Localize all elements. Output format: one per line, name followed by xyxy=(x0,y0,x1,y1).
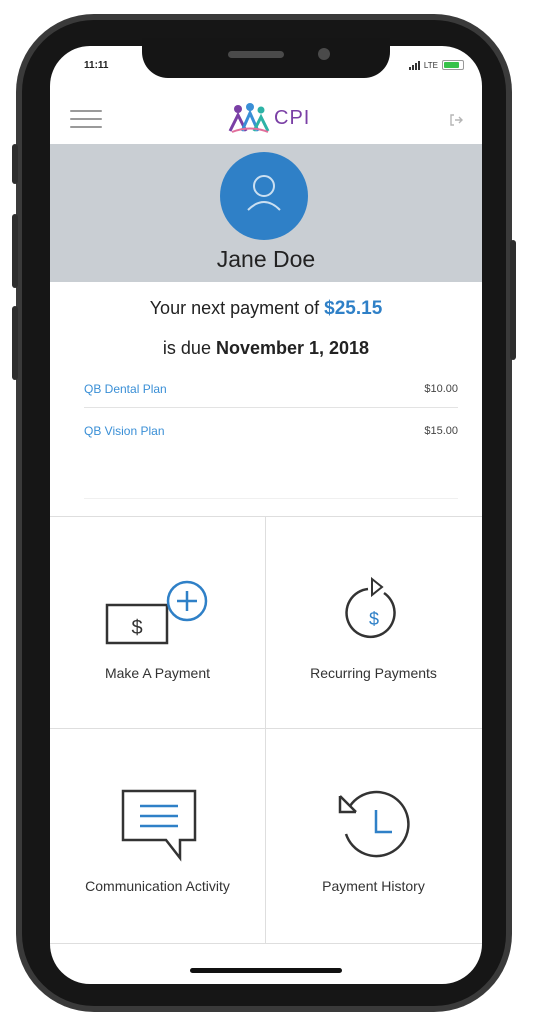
section-divider xyxy=(84,498,458,499)
volume-up-button xyxy=(12,214,18,288)
logo-text: CPI xyxy=(274,106,311,129)
profile-banner: Jane Doe xyxy=(50,144,482,282)
volume-down-button xyxy=(12,306,18,380)
dollar-cycle-icon: $ xyxy=(345,576,396,639)
family-logo-icon xyxy=(228,103,270,133)
make-payment-tile[interactable]: $ Make A Payment xyxy=(50,517,265,729)
card-dollar-plus-icon: $ xyxy=(105,580,208,645)
phone-notch xyxy=(142,38,390,78)
avatar[interactable] xyxy=(220,152,308,240)
speaker-grille xyxy=(228,51,284,58)
payment-history-label: Payment History xyxy=(322,878,425,894)
battery-icon xyxy=(442,60,464,70)
due-date-line: is due November 1, 2018 xyxy=(50,338,482,359)
svg-text:$: $ xyxy=(369,609,379,629)
grid-divider-middle xyxy=(50,728,482,729)
recurring-payments-tile[interactable]: $ Recurring Payments xyxy=(266,517,481,729)
plan-row[interactable]: QB Dental Plan $10.00 xyxy=(84,372,458,406)
next-payment-line: Your next payment of $25.15 xyxy=(50,298,482,320)
power-button xyxy=(510,240,516,360)
due-date: November 1, 2018 xyxy=(215,338,370,358)
plan-amount: $15.00 xyxy=(424,425,458,437)
payment-history-tile[interactable]: Payment History xyxy=(266,730,481,942)
app-screen: 11:11 LTE CPI Jane Doe Your next payment… xyxy=(50,46,482,984)
make-payment-label: Make A Payment xyxy=(104,665,211,681)
next-payment-prefix: Your next payment of xyxy=(149,298,325,318)
clock-history-icon xyxy=(338,790,410,858)
plan-divider xyxy=(84,407,458,408)
svg-text:$: $ xyxy=(131,617,142,639)
signal-icon xyxy=(408,60,420,70)
status-time: 11:11 xyxy=(84,60,109,71)
next-payment-amount: $25.15 xyxy=(324,298,383,319)
user-icon xyxy=(247,175,281,211)
status-indicators: LTE xyxy=(408,60,464,70)
chat-bubble-icon xyxy=(121,789,197,862)
recurring-payments-label: Recurring Payments xyxy=(310,665,437,681)
front-camera xyxy=(318,48,330,60)
app-header: CPI xyxy=(50,96,482,144)
communication-activity-tile[interactable]: Communication Activity xyxy=(50,730,265,942)
plan-row[interactable]: QB Vision Plan $15.00 xyxy=(84,414,458,448)
due-prefix: is due xyxy=(162,338,216,358)
home-indicator[interactable] xyxy=(190,968,342,973)
action-grid: $ Make A Payment $ Recurring Payments Co… xyxy=(50,516,482,944)
grid-divider-bottom xyxy=(50,943,482,944)
grid-divider-vertical xyxy=(265,516,266,944)
logout-icon[interactable] xyxy=(448,112,464,128)
hamburger-icon[interactable] xyxy=(70,110,102,130)
silent-switch xyxy=(12,144,18,184)
plan-name: QB Dental Plan xyxy=(84,382,167,396)
network-label: LTE xyxy=(423,60,438,70)
plan-amount: $10.00 xyxy=(424,383,458,395)
cpi-logo: CPI xyxy=(226,98,310,138)
plan-name: QB Vision Plan xyxy=(84,424,165,438)
communication-activity-label: Communication Activity xyxy=(85,878,230,894)
user-name: Jane Doe xyxy=(216,246,316,272)
